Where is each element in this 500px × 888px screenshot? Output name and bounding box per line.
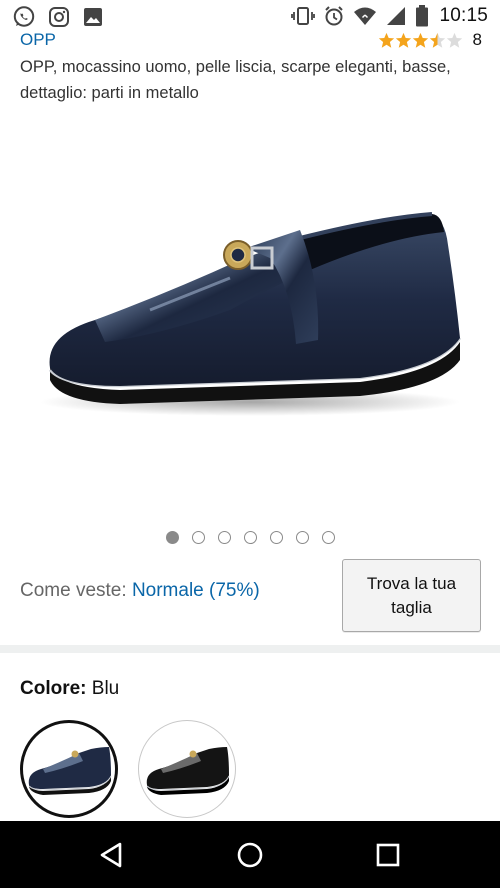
rating[interactable]: 8 — [378, 30, 482, 50]
color-swatch-blue[interactable] — [20, 720, 118, 818]
whatsapp-icon — [12, 5, 36, 29]
back-icon[interactable] — [96, 840, 126, 870]
find-size-button[interactable]: Trova la tua taglia — [342, 559, 481, 632]
wifi-icon — [353, 5, 377, 27]
home-icon[interactable] — [235, 840, 265, 870]
carousel-dot[interactable] — [321, 531, 335, 544]
loafer-shoe-image — [40, 212, 462, 416]
image-carousel-indicator — [0, 531, 500, 544]
blue-loafer-thumbnail — [28, 747, 112, 795]
recents-icon[interactable] — [373, 840, 403, 870]
star-empty-icon — [446, 32, 462, 48]
color-value: Blu — [86, 678, 120, 699]
color-label: Colore: — [20, 678, 87, 699]
clock: 10:15 — [439, 5, 488, 26]
section-divider — [0, 645, 500, 653]
color-swatches — [20, 720, 236, 818]
star-rating — [378, 32, 463, 49]
rating-count: 8 — [472, 30, 482, 49]
vibrate-icon — [291, 5, 316, 27]
notification-icons — [12, 5, 104, 29]
brand-rating-row: OPP 8 — [20, 30, 482, 52]
signal-icon — [385, 5, 407, 27]
system-icons: 10:15 — [291, 5, 488, 27]
fit-value-link[interactable]: Normale (75%) — [132, 580, 260, 601]
color-swatch-black[interactable] — [138, 720, 236, 818]
carousel-dot[interactable] — [165, 531, 179, 544]
star-half-icon — [429, 32, 445, 48]
battery-icon — [415, 5, 429, 27]
carousel-dot[interactable] — [295, 531, 309, 544]
alarm-icon — [323, 5, 345, 27]
carousel-dot[interactable] — [191, 531, 205, 544]
star-full-icon — [378, 32, 394, 48]
product-title: OPP, mocassino uomo, pelle liscia, scarp… — [20, 58, 451, 102]
status-bar: 10:15 — [0, 0, 500, 32]
black-loafer-thumbnail — [146, 747, 230, 795]
find-size-button-line2: taglia — [391, 598, 432, 617]
color-selection-label: Colore: Blu — [20, 678, 119, 700]
fit-label: Come veste: — [20, 580, 132, 601]
star-full-icon — [412, 32, 428, 48]
product-image[interactable] — [0, 120, 500, 520]
fit-info: Come veste: Normale (75%) — [20, 580, 260, 602]
instagram-icon — [48, 6, 70, 28]
gallery-icon — [82, 6, 104, 28]
navigation-bar — [0, 821, 500, 888]
star-full-icon — [395, 32, 411, 48]
carousel-dot[interactable] — [269, 531, 283, 544]
brand-link[interactable]: OPP — [20, 30, 56, 50]
carousel-dot[interactable] — [217, 531, 231, 544]
carousel-dot[interactable] — [243, 531, 257, 544]
find-size-button-line1: Trova la tua — [366, 574, 457, 593]
